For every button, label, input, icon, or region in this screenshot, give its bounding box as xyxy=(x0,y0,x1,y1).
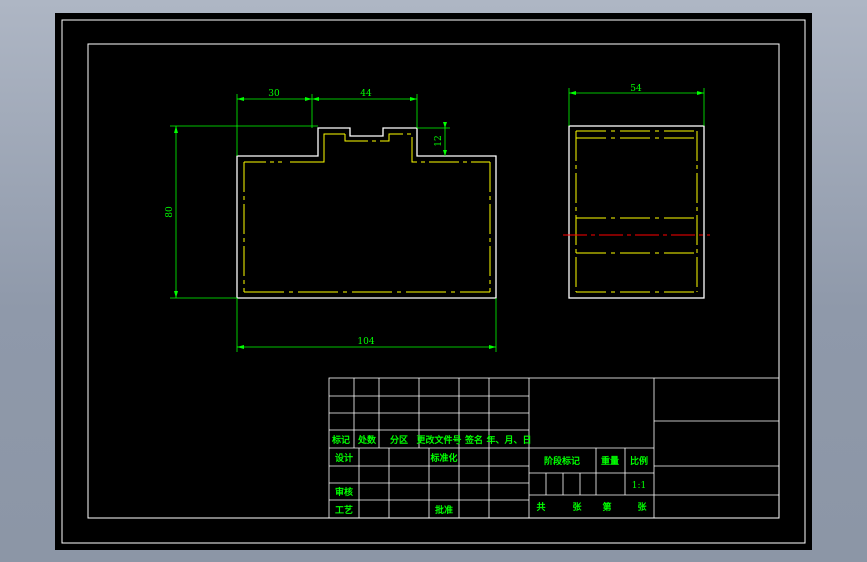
tb-weight: 重量 xyxy=(601,455,619,467)
tb-number: 第 xyxy=(602,501,611,513)
tb-header-date: 年、月、日 xyxy=(486,434,531,446)
dim-12: 12 xyxy=(434,135,444,146)
dim-44: 44 xyxy=(360,89,372,99)
tb-sheets: 张 xyxy=(572,501,582,513)
tb-design: 设计 xyxy=(335,452,353,464)
tb-total: 共 xyxy=(536,501,545,513)
tb-header-zone: 分区 xyxy=(390,434,408,446)
tb-approve: 批准 xyxy=(435,504,453,516)
tb-header-count: 处数 xyxy=(357,434,377,446)
tb-scale-label: 比例 xyxy=(630,455,648,467)
tb-stage-mark: 阶段标记 xyxy=(544,455,580,467)
dim-30: 30 xyxy=(268,89,280,99)
tb-review: 审核 xyxy=(335,486,353,498)
tb-header-mark: 标记 xyxy=(331,434,350,446)
dim-54: 54 xyxy=(630,84,642,94)
tb-header-signature: 签名 xyxy=(464,434,483,446)
cad-drawing: 30 44 12 80 104 54 标记 处数 分区 更改文件号 签名 年、月… xyxy=(55,13,812,550)
tb-process: 工艺 xyxy=(335,504,353,516)
tb-standardization: 标准化 xyxy=(429,452,457,464)
tb-scale-value: 1:1 xyxy=(632,481,646,491)
dim-80: 80 xyxy=(165,206,175,218)
tb-header-change-doc: 更改文件号 xyxy=(416,434,461,446)
dim-104: 104 xyxy=(357,337,374,347)
tb-sheet: 张 xyxy=(637,501,647,513)
